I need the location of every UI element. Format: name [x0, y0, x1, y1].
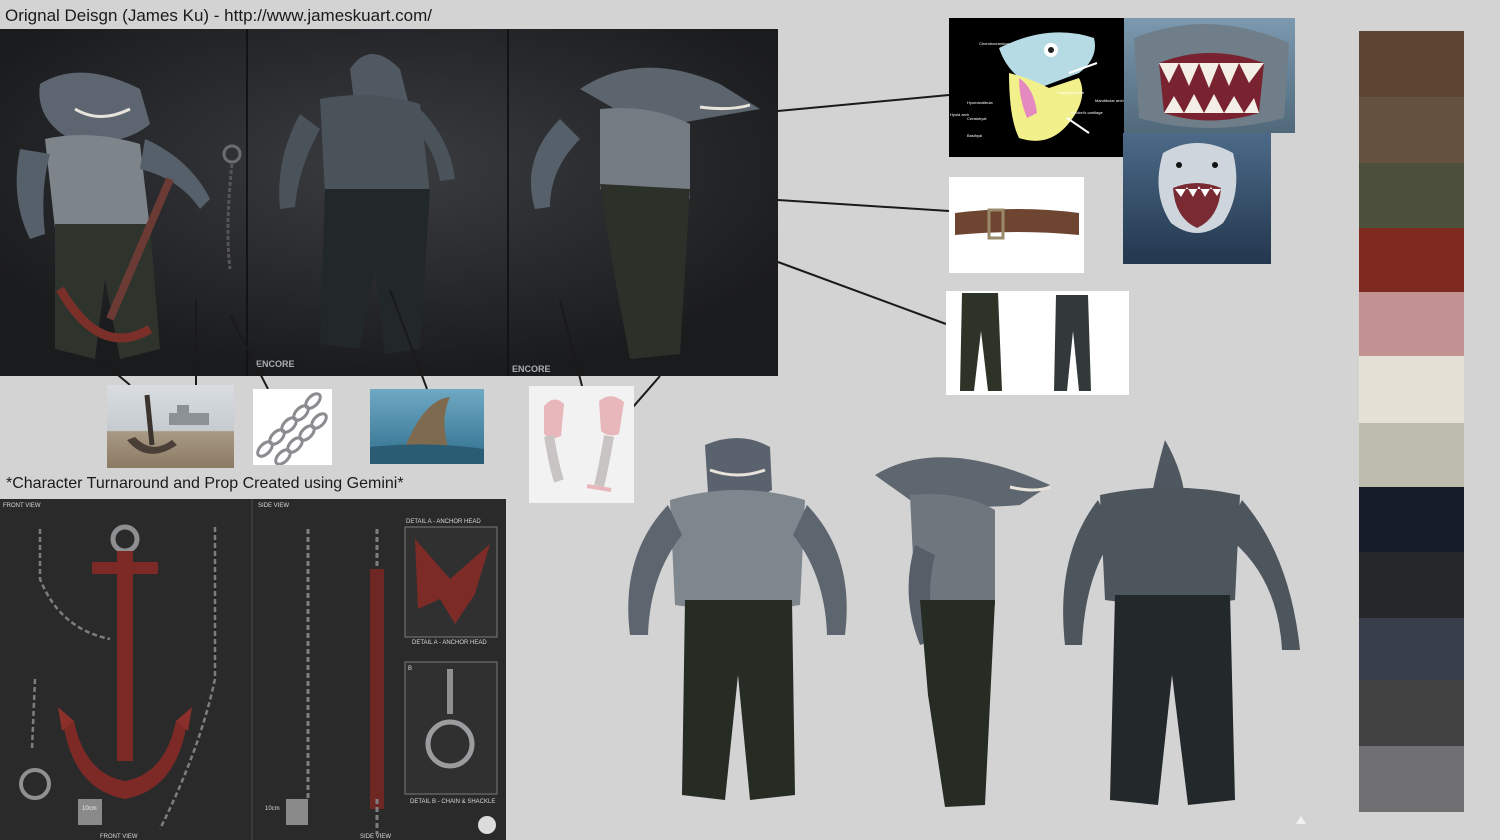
character-turnaround	[628, 437, 1300, 807]
detail-b-marker: B	[408, 666, 413, 672]
side-scale-label: 10cm	[265, 806, 280, 812]
detail-a-caption: DETAIL A - ANCHOR HEAD	[412, 640, 487, 646]
palette-swatch	[1359, 618, 1464, 680]
anchor-prop-sheet: FRONT VIEW SIDE VIEW DETAIL A - ANCHOR H…	[0, 499, 506, 840]
turnaround-back-figure	[1063, 440, 1300, 805]
palette-swatch	[1359, 97, 1464, 163]
detail-a-title: DETAIL A - ANCHOR HEAD	[406, 519, 481, 525]
anchor-reference-photo	[107, 385, 234, 468]
palette-swatch	[1359, 292, 1464, 356]
section-caption: *Character Turnaround and Prop Created u…	[6, 475, 404, 492]
triangle-marker-icon	[1296, 816, 1306, 824]
anatomy-label: Chondrocranium	[979, 41, 1009, 46]
anatomy-label: Meckel's cartilage	[1071, 110, 1103, 115]
palette-swatch	[1359, 163, 1464, 228]
front-footer-label: FRONT VIEW	[100, 834, 138, 840]
side-footer-label: SIDE VIEW	[360, 834, 392, 840]
detail-b-caption: DETAIL B - CHAIN & SHACKLE	[410, 799, 496, 805]
anatomy-label: Basihyal	[967, 133, 983, 138]
anatomy-label: Palatoquadrate	[1057, 90, 1085, 95]
palette-swatch	[1359, 680, 1464, 746]
palette-swatch	[1359, 552, 1464, 618]
pants-reference-photo	[946, 291, 1129, 395]
anatomy-label: Hyomandibula	[967, 100, 993, 105]
turnaround-front-figure	[628, 437, 847, 800]
chain-reference-photo	[253, 389, 332, 465]
front-scale-label: 10cm	[82, 806, 97, 812]
palette-swatch	[1359, 356, 1464, 423]
great-white-reference-photo	[1123, 133, 1271, 264]
anatomy-label: Mandibular arch	[1095, 98, 1124, 103]
anatomy-label: Hyoid arch	[950, 112, 970, 117]
palette-swatch	[1359, 423, 1464, 487]
turnaround-side-figure	[875, 457, 1051, 807]
shark-fin-reference-photo	[370, 389, 484, 464]
shark-teeth-reference-photo	[1124, 18, 1295, 133]
palette-swatch	[1359, 228, 1464, 292]
palette-swatch	[1359, 487, 1464, 552]
anchor-front-view	[58, 524, 192, 799]
palette-swatch	[1359, 31, 1464, 97]
belt-reference-photo	[949, 177, 1084, 273]
anatomy-label: Ceratohyal	[967, 116, 987, 121]
palette-swatch	[1359, 746, 1464, 812]
shark-jaw-anatomy-diagram: Chondrocranium Hyomandibula Ceratohyal H…	[949, 18, 1124, 157]
